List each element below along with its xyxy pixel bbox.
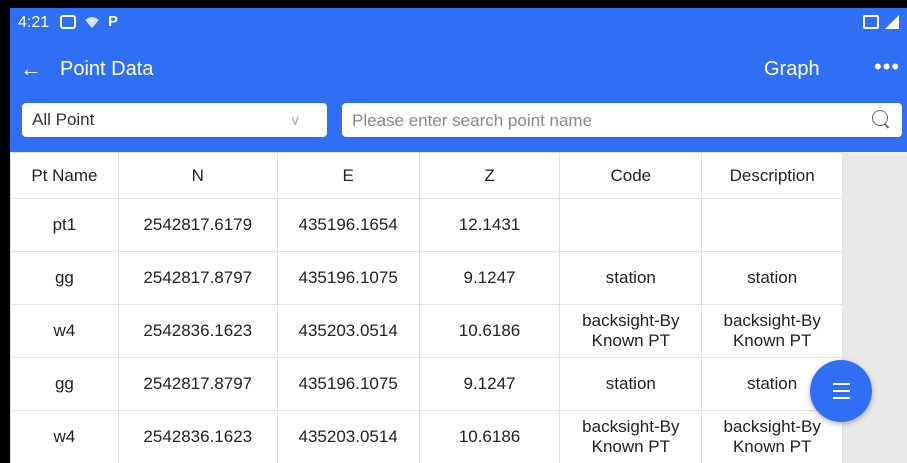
cell-e: 435203.0514 xyxy=(276,304,420,358)
cell-e: 435196.1654 xyxy=(276,198,420,252)
cell-code xyxy=(559,198,703,252)
cell-n: 2542817.6179 xyxy=(117,198,278,252)
cell-code: backsight-By Known PT xyxy=(559,410,703,463)
cast-icon xyxy=(863,15,879,29)
cell-e: 435196.1075 xyxy=(276,357,420,411)
cell-pt-name: gg xyxy=(10,357,119,411)
status-icons: P xyxy=(60,13,119,30)
point-filter-value: All Point xyxy=(32,110,95,129)
cell-n: 2542836.1623 xyxy=(117,304,278,358)
cell-e: 435196.1075 xyxy=(276,251,420,305)
filter-bar: All Point ∨ xyxy=(10,100,907,152)
point-table-area: Pt Name N E Z Code Description pt1 25428… xyxy=(10,152,907,463)
cell-code: station xyxy=(559,251,703,305)
header-n[interactable]: N xyxy=(117,152,278,199)
cell-description: backsight-By Known PT xyxy=(701,304,844,358)
table-row[interactable]: pt1 2542817.6179 435196.1654 12.1431 xyxy=(10,198,907,252)
cell-code: backsight-By Known PT xyxy=(559,304,703,358)
app-bar: ← Point Data Graph ••• xyxy=(10,40,907,100)
back-arrow-icon[interactable]: ← xyxy=(20,57,42,81)
signal-icon xyxy=(885,15,899,29)
cell-n: 2542817.8797 xyxy=(117,251,278,305)
graph-button[interactable]: Graph xyxy=(764,57,820,81)
status-time: 4:21 xyxy=(18,14,50,31)
table-row[interactable]: gg 2542817.8797 435196.1075 9.1247 stati… xyxy=(10,251,907,305)
search-icon[interactable] xyxy=(872,110,888,126)
more-options-icon[interactable]: ••• xyxy=(874,54,900,80)
table-header-row: Pt Name N E Z Code Description xyxy=(10,152,907,199)
header-e[interactable]: E xyxy=(276,152,420,199)
status-bar: 4:21 P xyxy=(10,8,907,40)
cell-z: 9.1247 xyxy=(418,251,561,305)
cell-description xyxy=(701,198,844,252)
status-right xyxy=(863,15,899,29)
parking-icon: P xyxy=(108,13,119,30)
cell-pt-name: pt1 xyxy=(10,198,119,252)
header-pt-name[interactable]: Pt Name xyxy=(10,152,119,199)
search-input[interactable] xyxy=(350,107,854,135)
point-table: Pt Name N E Z Code Description pt1 25428… xyxy=(10,152,907,463)
cell-description: backsight-By Known PT xyxy=(701,410,844,463)
cell-pt-name: w4 xyxy=(10,304,119,358)
row-filler xyxy=(842,198,907,252)
table-row[interactable]: gg 2542817.8797 435196.1075 9.1247 stati… xyxy=(10,357,907,411)
cell-n: 2542836.1623 xyxy=(117,410,278,463)
menu-fab-button[interactable] xyxy=(810,360,872,422)
gallery-icon xyxy=(60,15,76,29)
search-box xyxy=(342,103,902,137)
header-z[interactable]: Z xyxy=(418,152,561,199)
cell-z: 9.1247 xyxy=(418,357,561,411)
cell-e: 435203.0514 xyxy=(276,410,420,463)
app-screen: 4:21 P ← Point Data Graph ••• All Point … xyxy=(10,8,907,463)
row-filler xyxy=(842,251,907,305)
cell-z: 10.6186 xyxy=(418,304,561,358)
cell-pt-name: w4 xyxy=(10,410,119,463)
cell-pt-name: gg xyxy=(10,251,119,305)
row-filler xyxy=(842,304,907,358)
header-filler xyxy=(842,152,907,199)
table-row[interactable]: w4 2542836.1623 435203.0514 10.6186 back… xyxy=(10,304,907,358)
wifi-icon xyxy=(85,17,99,28)
header-description[interactable]: Description xyxy=(701,152,844,199)
table-row[interactable]: w4 2542836.1623 435203.0514 10.6186 back… xyxy=(10,410,907,463)
cell-n: 2542817.8797 xyxy=(117,357,278,411)
page-title: Point Data xyxy=(60,58,154,80)
cell-description: station xyxy=(701,251,844,305)
point-filter-dropdown[interactable]: All Point ∨ xyxy=(22,103,327,137)
cell-z: 12.1431 xyxy=(418,198,561,252)
header-code[interactable]: Code xyxy=(559,152,703,199)
chevron-down-icon: ∨ xyxy=(290,112,301,128)
cell-z: 10.6186 xyxy=(418,410,561,463)
cell-code: station xyxy=(559,357,703,411)
